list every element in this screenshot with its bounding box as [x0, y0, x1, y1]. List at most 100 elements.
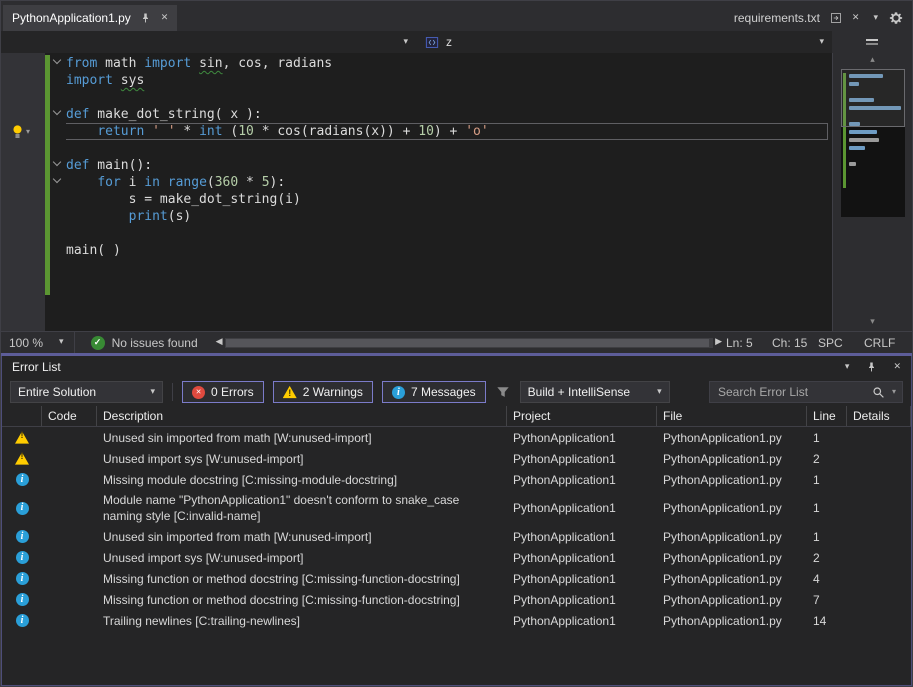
document-tab-bar: PythonApplication1.py ✕ requirements.txt…	[1, 1, 912, 31]
check-icon: ✓	[91, 336, 105, 350]
issues-indicator[interactable]: ✓ No issues found	[75, 336, 212, 350]
errors-filter-label: 0 Errors	[211, 385, 254, 399]
pin-icon[interactable]	[863, 359, 879, 375]
info-icon: i	[16, 614, 29, 627]
toolbar-separator	[172, 383, 173, 401]
code-line[interactable]: main( )	[66, 242, 832, 259]
scroll-left-icon[interactable]: ◀	[216, 338, 223, 347]
errors-filter-button[interactable]: ✕ 0 Errors	[182, 381, 264, 403]
close-icon[interactable]: ✕	[893, 363, 901, 372]
line-indicator[interactable]: Ln: 5	[726, 336, 772, 350]
chevron-down-icon: ▾	[59, 338, 64, 347]
scope-filter-dropdown[interactable]: Entire Solution ▾	[10, 381, 163, 403]
code-area[interactable]: from math import sin, cos, radiansimport…	[66, 53, 832, 331]
code-line[interactable]: return ' ' * int (10 * cos(radians(x)) +…	[66, 123, 832, 140]
error-row[interactable]: iUnused sin imported from math [W:unused…	[2, 526, 911, 547]
horizontal-scroll-track[interactable]	[225, 338, 714, 348]
error-row[interactable]: !Unused sin imported from math [W:unused…	[2, 427, 911, 448]
code-line[interactable]	[66, 225, 832, 242]
horizontal-scrollbar[interactable]: ◀ ▶	[212, 332, 726, 353]
info-icon: i	[16, 473, 29, 486]
issues-message: No issues found	[112, 336, 198, 350]
error-row[interactable]: iTrailing newlines [C:trailing-newlines]…	[2, 610, 911, 631]
search-icon[interactable]	[871, 384, 887, 400]
error-row[interactable]: iMissing module docstring [C:missing-mod…	[2, 469, 911, 490]
error-list-toolbar: Entire Solution ▾ ✕ 0 Errors ! 2 Warning…	[2, 378, 911, 406]
code-line[interactable]: def main():	[66, 157, 832, 174]
tab-well-right: requirements.txt ✕ ▾	[730, 5, 912, 31]
warnings-filter-label: 2 Warnings	[303, 385, 363, 399]
line-ending-indicator[interactable]: CRLF	[864, 336, 906, 350]
split-editor-button[interactable]	[832, 31, 912, 53]
collapse-chevron-icon[interactable]	[53, 107, 61, 115]
warning-icon: !	[15, 431, 29, 444]
search-options-chevron-icon[interactable]: ▾	[892, 388, 896, 396]
minimap[interactable]	[841, 69, 905, 217]
info-icon: i	[392, 386, 405, 399]
pin-icon[interactable]	[138, 10, 154, 26]
error-row[interactable]: !Unused import sys [W:unused-import]Pyth…	[2, 448, 911, 469]
collapse-chevron-icon[interactable]	[53, 158, 61, 166]
outline-margin	[50, 53, 66, 331]
column-header-line[interactable]: Line	[807, 406, 847, 426]
scroll-right-icon[interactable]: ▶	[715, 338, 722, 347]
error-row[interactable]: iMissing function or method docstring [C…	[2, 568, 911, 589]
code-line[interactable]: import sys	[66, 72, 832, 89]
messages-filter-button[interactable]: i 7 Messages	[382, 381, 486, 403]
code-line[interactable]	[66, 276, 832, 293]
code-line[interactable]	[66, 140, 832, 157]
tab-label: PythonApplication1.py	[12, 11, 131, 25]
info-icon: i	[16, 551, 29, 564]
code-line[interactable]: print(s)	[66, 208, 832, 225]
column-header-code[interactable]: Code	[42, 406, 97, 426]
window-menu-chevron-icon[interactable]: ▾	[845, 363, 850, 372]
filter-icon[interactable]	[495, 384, 511, 400]
lightbulb-icon[interactable]: ▾	[11, 124, 30, 139]
error-list-title-bar: Error List ▾ ✕	[2, 356, 911, 378]
source-filter-dropdown[interactable]: Build + IntelliSense ▾	[520, 381, 670, 403]
tab-requirements[interactable]: requirements.txt ✕	[730, 5, 864, 31]
scroll-up-icon[interactable]: ▴	[870, 56, 875, 65]
code-line[interactable]	[66, 259, 832, 276]
error-list-panel: Error List ▾ ✕ Entire Solution ▾ ✕ 0 Err…	[1, 356, 912, 686]
info-icon: i	[16, 502, 29, 515]
scroll-down-icon[interactable]: ▾	[870, 318, 875, 327]
warnings-filter-button[interactable]: ! 2 Warnings	[273, 381, 373, 403]
horizontal-scroll-thumb[interactable]	[226, 339, 710, 347]
error-row[interactable]: iUnused import sys [W:unused-import]Pyth…	[2, 547, 911, 568]
code-line[interactable]: def make_dot_string( x ):	[66, 106, 832, 123]
vertical-scrollbar[interactable]: ▴ ▾	[832, 53, 912, 331]
keep-open-icon[interactable]	[828, 10, 844, 26]
close-icon[interactable]: ✕	[161, 14, 169, 23]
column-header-file[interactable]: File	[657, 406, 807, 426]
search-input[interactable]	[718, 385, 866, 399]
collapse-chevron-icon[interactable]	[53, 56, 61, 64]
code-line[interactable]: from math import sin, cos, radians	[66, 55, 832, 72]
column-header-details[interactable]: Details	[847, 406, 911, 426]
gear-icon[interactable]	[888, 10, 904, 26]
info-icon: i	[16, 593, 29, 606]
navbar-member-dropdown[interactable]: z ▾	[416, 31, 832, 53]
close-icon[interactable]: ✕	[852, 14, 860, 23]
tab-list-chevron-icon[interactable]: ▾	[873, 14, 878, 23]
code-line[interactable]: for i in range(360 * 5):	[66, 174, 832, 191]
code-line[interactable]: s = make_dot_string(i)	[66, 191, 832, 208]
column-header-severity[interactable]	[2, 406, 42, 426]
error-rows: !Unused sin imported from math [W:unused…	[2, 427, 911, 685]
error-table-header: CodeDescriptionProjectFileLineDetails	[2, 406, 911, 427]
collapse-chevron-icon[interactable]	[53, 175, 61, 183]
navbar-project-dropdown[interactable]: ▾	[1, 31, 416, 53]
minimap-viewport[interactable]	[841, 69, 905, 127]
search-error-list[interactable]: ▾	[709, 381, 903, 403]
spaces-indicator[interactable]: SPC	[818, 336, 864, 350]
tab-pythonapplication1[interactable]: PythonApplication1.py ✕	[3, 5, 177, 31]
warning-icon: !	[283, 386, 297, 399]
error-row[interactable]: iModule name "PythonApplication1" doesn'…	[2, 490, 911, 526]
code-line[interactable]	[66, 89, 832, 106]
column-indicator[interactable]: Ch: 15	[772, 336, 818, 350]
error-row[interactable]: iMissing function or method docstring [C…	[2, 589, 911, 610]
column-header-project[interactable]: Project	[507, 406, 657, 426]
tab-label: requirements.txt	[734, 11, 820, 25]
zoom-control[interactable]: 100 % ▾	[1, 332, 75, 353]
column-header-description[interactable]: Description	[97, 406, 507, 426]
